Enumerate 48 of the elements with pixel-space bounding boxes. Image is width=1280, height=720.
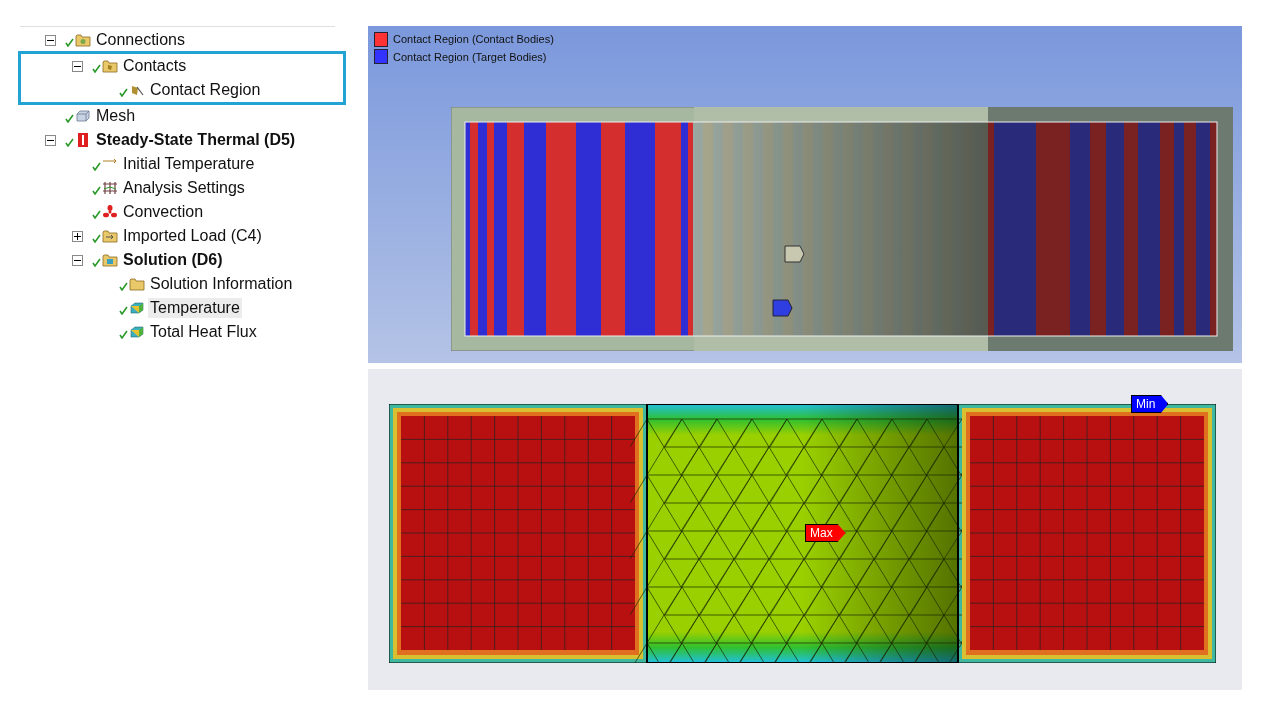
- contact-icon: [129, 83, 145, 97]
- tree-item[interactable]: Convection: [121, 202, 206, 222]
- tree-item[interactable]: Connections: [94, 30, 187, 50]
- check-icon: [119, 87, 128, 97]
- arrow-icon: [102, 158, 118, 164]
- thermometer-icon: [75, 133, 91, 147]
- cube-icon: [129, 325, 145, 339]
- min-probe-label: Min: [1131, 395, 1169, 413]
- check-icon: [119, 281, 128, 291]
- tree-item[interactable]: Contact Region: [148, 80, 263, 100]
- tree-item[interactable]: Solution (D6): [121, 250, 225, 270]
- check-icon: [92, 185, 101, 195]
- settings-icon: [102, 181, 118, 195]
- cube-icon: [129, 301, 145, 315]
- check-icon: [92, 257, 101, 267]
- tree-item[interactable]: Steady-State Thermal (D5): [94, 130, 298, 150]
- tree-item[interactable]: Solution Information: [148, 274, 295, 294]
- tree-item[interactable]: Initial Temperature: [121, 154, 257, 174]
- folder-icon: [102, 59, 118, 73]
- folder-icon: [102, 253, 118, 267]
- check-icon: [119, 329, 128, 339]
- tree-item[interactable]: Total Heat Flux: [148, 322, 259, 342]
- check-icon: [65, 37, 74, 47]
- check-icon: [65, 137, 74, 147]
- collapse-toggle[interactable]: [45, 134, 56, 146]
- tree-item[interactable]: Contacts: [121, 56, 189, 76]
- tree-item[interactable]: Temperature: [148, 298, 242, 318]
- mesh-icon: [75, 109, 91, 123]
- collapse-toggle[interactable]: [45, 34, 56, 46]
- collapse-toggle[interactable]: [72, 60, 83, 72]
- tree-item[interactable]: Analysis Settings: [121, 178, 247, 198]
- check-icon: [92, 209, 101, 219]
- max-probe-label: Max: [805, 524, 846, 542]
- check-icon: [92, 161, 101, 171]
- legend-label: Contact Region (Contact Bodies): [393, 32, 554, 47]
- folder-icon: [129, 277, 145, 291]
- fan-icon: [102, 205, 118, 219]
- check-icon: [65, 113, 74, 123]
- check-icon: [92, 63, 101, 73]
- tree-item[interactable]: Mesh: [94, 106, 138, 126]
- check-icon: [119, 305, 128, 315]
- check-icon: [92, 233, 101, 243]
- collapse-toggle[interactable]: [72, 254, 83, 266]
- folder-icon: [102, 229, 118, 243]
- tree-item[interactable]: Imported Load (C4): [121, 226, 264, 246]
- folder-icon: [75, 33, 91, 47]
- expand-toggle[interactable]: [72, 230, 83, 242]
- legend-label: Contact Region (Target Bodies): [393, 49, 547, 65]
